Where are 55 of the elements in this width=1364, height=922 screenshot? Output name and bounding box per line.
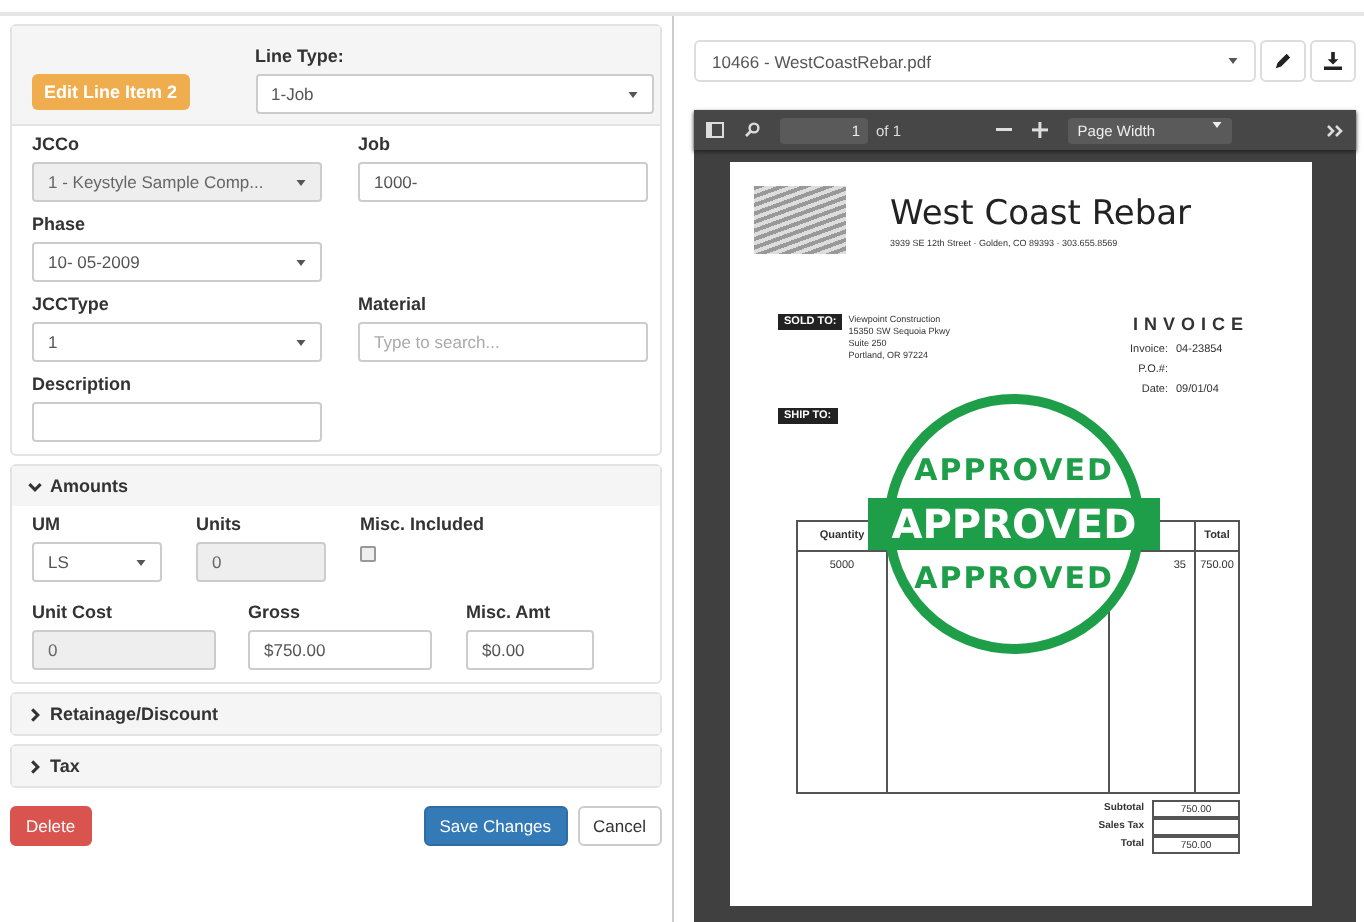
double-chevron-icon[interactable] — [1326, 123, 1345, 137]
field-label: Phase — [32, 214, 88, 234]
total-value — [1152, 818, 1240, 836]
edit-button[interactable] — [1260, 40, 1306, 82]
dropdown-field[interactable]: 10- 05-2009 — [32, 242, 322, 282]
stamp-text: APPROVED — [914, 454, 1114, 486]
cancel-button[interactable]: Cancel — [577, 806, 662, 846]
invoice-title: INVOICE — [1133, 314, 1250, 334]
delete-button[interactable]: Delete — [10, 806, 92, 846]
search-icon[interactable] — [744, 122, 760, 138]
field-label: Description — [32, 374, 134, 394]
section-header[interactable]: Amounts — [12, 466, 660, 506]
section-title: Amounts — [50, 476, 128, 496]
photo-placeholder — [754, 186, 846, 254]
file-dropdown[interactable]: 10466 - WestCoastRebar.pdf — [694, 40, 1256, 82]
company-name: West Coast Rebar — [890, 193, 1192, 233]
stamp-banner: APPROVED — [868, 498, 1160, 550]
zoom-in-icon[interactable] — [1031, 122, 1048, 138]
pencil-icon — [1274, 52, 1292, 70]
dropdown-field[interactable]: 1-Job — [255, 74, 654, 114]
field-label: Job — [358, 134, 393, 154]
input-field[interactable]: $750.00 — [248, 630, 432, 670]
field-label: Material — [358, 294, 429, 314]
section-header[interactable]: Tax — [12, 746, 660, 786]
field-label: Gross — [248, 602, 303, 622]
input-field[interactable] — [32, 402, 322, 442]
input-field[interactable]: $0.00 — [466, 630, 594, 670]
field-label: Misc. Included — [360, 514, 487, 534]
field-label: Unit Cost — [32, 602, 114, 622]
caret-icon — [1228, 58, 1238, 64]
stamp-text: APPROVED — [914, 562, 1114, 594]
caret-icon — [296, 179, 306, 185]
line-item-badge: Edit Line Item 2 — [32, 74, 190, 110]
field-label: UM — [32, 514, 62, 534]
field-label: Line Type: — [255, 46, 346, 66]
save-button[interactable]: Save Changes — [423, 806, 568, 846]
field-label: JCCo — [32, 134, 82, 154]
sidebar-toggle-icon[interactable] — [706, 122, 724, 138]
download-button[interactable] — [1310, 40, 1356, 82]
field-label: Units — [196, 514, 243, 534]
caret-icon — [136, 559, 146, 565]
caret-icon — [627, 91, 638, 97]
section-title: Tax — [50, 756, 80, 776]
field-label: JCCType — [32, 294, 111, 314]
input-field[interactable]: 1000- — [358, 162, 648, 202]
dropdown-field[interactable]: LS — [32, 542, 162, 582]
section-title: Retainage/Discount — [50, 704, 219, 724]
field-label: Misc. Amt — [466, 602, 553, 622]
checkbox[interactable] — [360, 546, 376, 562]
caret-icon — [1211, 121, 1222, 127]
section-header[interactable]: Retainage/Discount — [12, 694, 660, 734]
caret-icon — [296, 259, 306, 265]
dropdown-field[interactable]: 1 — [32, 322, 322, 362]
download-icon — [1324, 52, 1342, 70]
caret-icon — [296, 339, 306, 345]
